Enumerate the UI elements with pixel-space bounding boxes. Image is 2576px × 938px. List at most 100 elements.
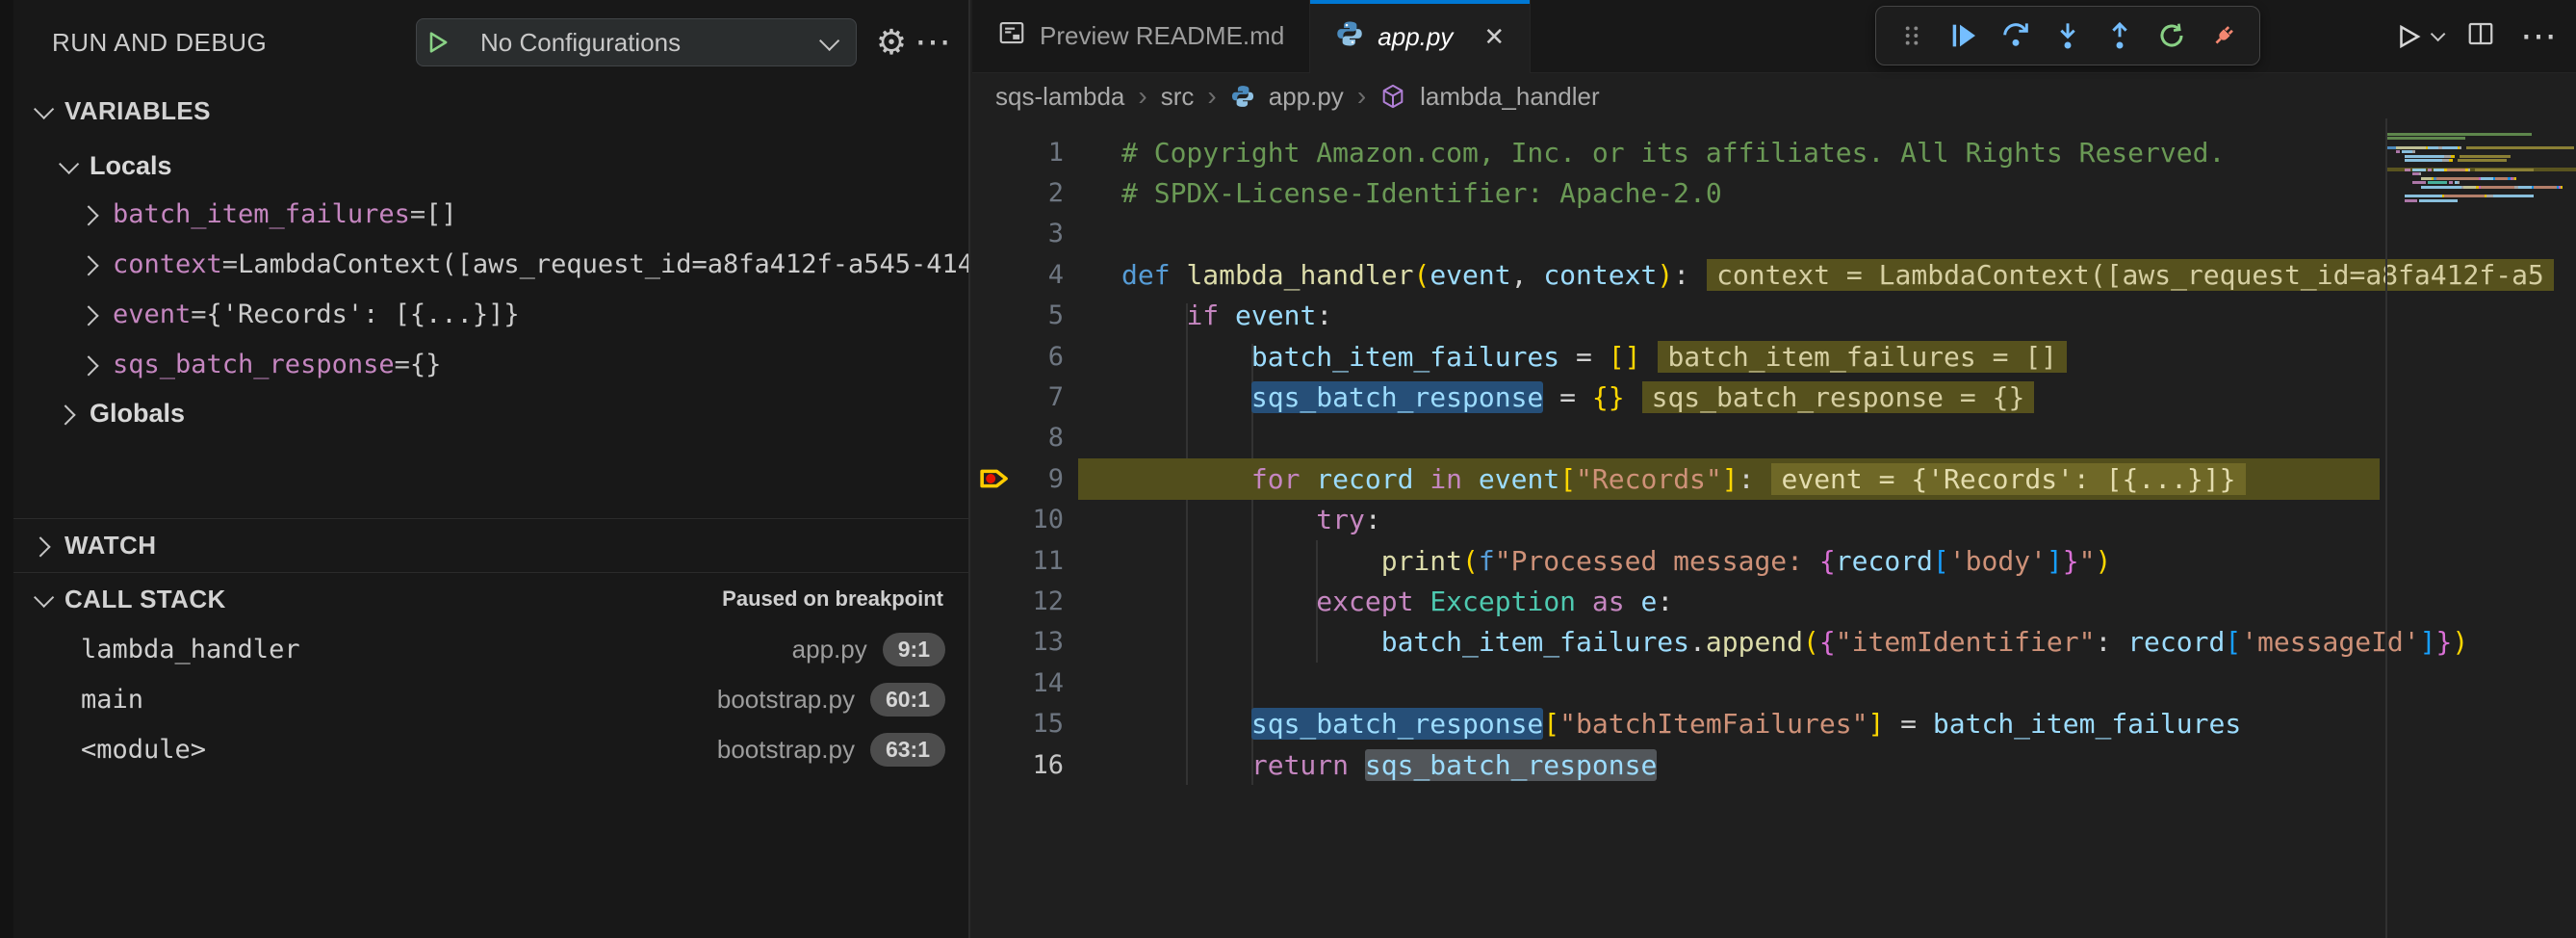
- start-debug-icon[interactable]: [417, 21, 459, 64]
- variable-row-sqs_batch_response[interactable]: sqs_batch_response = {}: [13, 339, 968, 389]
- code-text: return sqs_batch_response: [1078, 749, 1657, 781]
- code-line-4[interactable]: 4def lambda_handler(event, context):cont…: [972, 254, 2576, 295]
- code-line-7[interactable]: 7 sqs_batch_response = {}sqs_batch_respo…: [972, 377, 2576, 417]
- python-icon: [1230, 84, 1255, 109]
- variable-value: {'Records': [{...}]}: [207, 300, 520, 329]
- step-into-button[interactable]: [2046, 13, 2090, 58]
- variables-section-label: VARIABLES: [64, 96, 211, 126]
- continue-button[interactable]: [1942, 13, 1986, 58]
- code-line-8[interactable]: 8: [972, 418, 2576, 458]
- breadcrumb-item-symbol[interactable]: lambda_handler: [1420, 82, 1599, 112]
- line-number[interactable]: 10: [972, 505, 1078, 534]
- watch-section-header[interactable]: WATCH: [13, 520, 968, 570]
- gear-icon[interactable]: ⚙: [870, 21, 913, 64]
- breadcrumb-item-folder[interactable]: src: [1161, 82, 1195, 112]
- line-number[interactable]: 12: [972, 586, 1078, 616]
- code-line-15[interactable]: 15 sqs_batch_response["batchItemFailures…: [972, 703, 2576, 743]
- variable-value: LambdaContext([aws_request_id=a8fa412f-a…: [238, 249, 968, 279]
- code-editor[interactable]: 1# Copyright Amazon.com, Inc. or its aff…: [972, 118, 2576, 938]
- equals: =: [191, 300, 206, 329]
- variable-name: context: [113, 249, 222, 279]
- line-number[interactable]: 16: [972, 750, 1078, 780]
- code-text: # SPDX-License-Identifier: Apache-2.0: [1078, 177, 1722, 209]
- line-number[interactable]: 5: [972, 300, 1078, 330]
- stack-frame-row[interactable]: <module>bootstrap.py63:1: [13, 724, 968, 774]
- restart-button[interactable]: [2150, 13, 2194, 58]
- scope-globals-row[interactable]: Globals: [13, 389, 968, 437]
- code-text: batch_item_failures = []batch_item_failu…: [1078, 341, 2067, 373]
- step-out-button[interactable]: [2098, 13, 2142, 58]
- frame-file: bootstrap.py: [717, 685, 855, 715]
- frame-file: app.py: [792, 635, 867, 664]
- breadcrumb-item-folder[interactable]: sqs-lambda: [995, 82, 1124, 112]
- launch-config-dropdown[interactable]: No Configurations: [416, 18, 857, 66]
- equals: =: [395, 350, 410, 379]
- code-line-10[interactable]: 10 try:: [972, 500, 2576, 540]
- inline-debug-value: event = {'Records': [{...}]}: [1771, 463, 2245, 495]
- frame-file: bootstrap.py: [717, 735, 855, 765]
- step-over-button[interactable]: [1994, 13, 2038, 58]
- more-actions-icon[interactable]: ⋯: [2520, 18, 2559, 55]
- code-line-9[interactable]: 9 for record in event["Records"]:event =…: [972, 458, 2576, 499]
- minimap[interactable]: [2387, 132, 2576, 203]
- inline-debug-value: batch_item_failures = []: [1658, 341, 2067, 373]
- line-number[interactable]: 2: [972, 178, 1078, 208]
- scope-locals-row[interactable]: Locals: [13, 143, 968, 189]
- tab-preview-readme[interactable]: Preview README.md: [972, 0, 1310, 72]
- code-text: sqs_batch_response["batchItemFailures"] …: [1078, 708, 2241, 740]
- variable-row-event[interactable]: event = {'Records': [{...}]}: [13, 289, 968, 339]
- line-number[interactable]: 8: [972, 423, 1078, 453]
- tab-app-py[interactable]: app.py ✕: [1310, 0, 1531, 73]
- split-editor-icon[interactable]: [2466, 19, 2495, 53]
- code-text: print(f"Processed message: {record['body…: [1078, 545, 2111, 577]
- chevron-down-icon: [59, 153, 79, 173]
- code-line-13[interactable]: 13 batch_item_failures.append({"itemIden…: [972, 622, 2576, 663]
- line-number[interactable]: 14: [972, 668, 1078, 698]
- line-number[interactable]: 7: [972, 382, 1078, 412]
- section-divider: [13, 572, 968, 573]
- variables-section-header[interactable]: VARIABLES: [13, 89, 968, 133]
- minimap-line: [2387, 198, 2576, 203]
- line-number[interactable]: 13: [972, 627, 1078, 657]
- code-line-12[interactable]: 12 except Exception as e:: [972, 581, 2576, 621]
- stack-frame-row[interactable]: mainbootstrap.py60:1: [13, 674, 968, 724]
- stack-frame-row[interactable]: lambda_handlerapp.py9:1: [13, 624, 968, 674]
- line-number[interactable]: 15: [972, 709, 1078, 739]
- variable-row-context[interactable]: context = LambdaContext([aws_request_id=…: [13, 239, 968, 289]
- code-text: batch_item_failures.append({"itemIdentif…: [1078, 626, 2468, 658]
- line-number[interactable]: 4: [972, 260, 1078, 290]
- current-line-breakpoint-icon[interactable]: [978, 462, 1013, 500]
- chevron-right-icon: [55, 404, 75, 425]
- line-number[interactable]: 1: [972, 138, 1078, 168]
- editor-area: Preview README.md app.py ✕: [972, 0, 2576, 938]
- run-button[interactable]: [2394, 22, 2441, 51]
- breadcrumb-item-file[interactable]: app.py: [1269, 82, 1344, 112]
- variable-value: []: [425, 199, 457, 229]
- call-stack-section-header[interactable]: CALL STACK Paused on breakpoint: [13, 574, 968, 624]
- inline-debug-value: sqs_batch_response = {}: [1642, 381, 2035, 413]
- drag-handle-icon[interactable]: [1890, 13, 1934, 58]
- line-number[interactable]: 6: [972, 342, 1078, 372]
- more-actions-icon[interactable]: ⋯: [913, 21, 955, 64]
- variable-name: sqs_batch_response: [113, 350, 395, 379]
- breadcrumb: sqs-lambda › src › app.py › lambda_handl…: [972, 73, 2576, 119]
- code-line-2[interactable]: 2# SPDX-License-Identifier: Apache-2.0: [972, 172, 2576, 213]
- editor-tab-bar: Preview README.md app.py ✕: [972, 0, 2576, 73]
- debug-toolbar: [1875, 6, 2260, 65]
- variable-row-batch_item_failures[interactable]: batch_item_failures = []: [13, 189, 968, 239]
- variable-name: batch_item_failures: [113, 199, 410, 229]
- code-line-1[interactable]: 1# Copyright Amazon.com, Inc. or its aff…: [972, 132, 2576, 172]
- code-line-3[interactable]: 3: [972, 214, 2576, 254]
- close-icon[interactable]: ✕: [1483, 22, 1505, 52]
- code-line-5[interactable]: 5 if event:: [972, 296, 2576, 336]
- disconnect-button[interactable]: [2202, 13, 2246, 58]
- line-number[interactable]: 11: [972, 546, 1078, 576]
- code-text: # Copyright Amazon.com, Inc. or its affi…: [1078, 137, 2225, 169]
- code-line-6[interactable]: 6 batch_item_failures = []batch_item_fai…: [972, 336, 2576, 377]
- vscode-debug-window: RUN AND DEBUG No Configurations ⚙ ⋯ VARI…: [0, 0, 2576, 938]
- code-text: for record in event["Records"]:event = {…: [1078, 463, 2246, 495]
- code-line-16[interactable]: 16 return sqs_batch_response: [972, 744, 2576, 785]
- line-number[interactable]: 3: [972, 219, 1078, 248]
- code-line-11[interactable]: 11 print(f"Processed message: {record['b…: [972, 540, 2576, 581]
- code-line-14[interactable]: 14: [972, 663, 2576, 703]
